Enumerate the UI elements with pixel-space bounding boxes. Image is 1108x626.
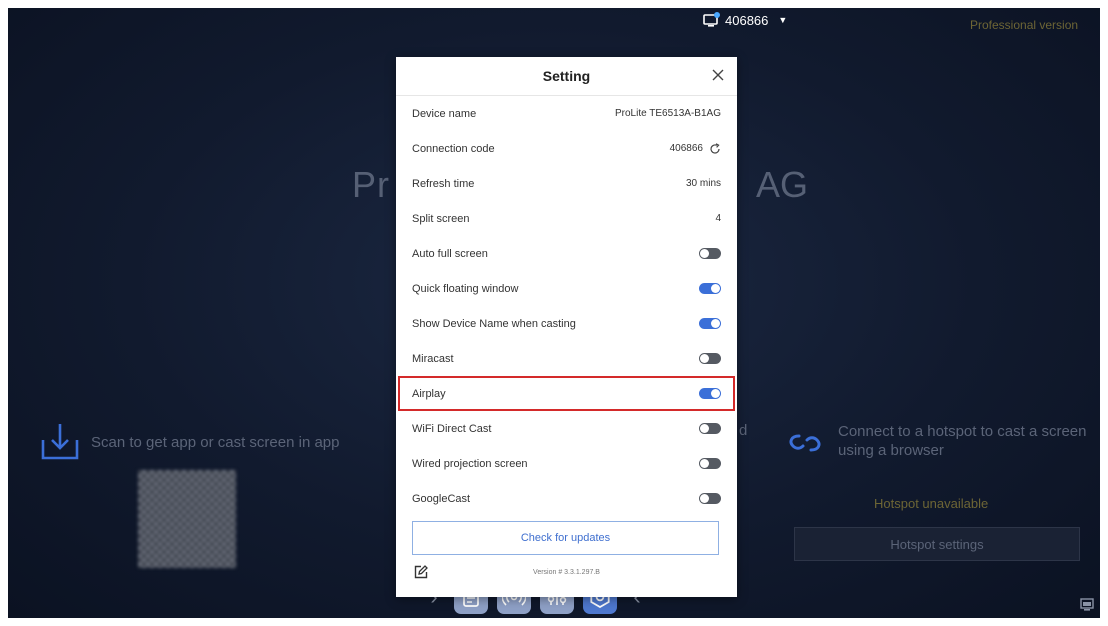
device-title-left: Pr <box>352 164 390 205</box>
cast-home-screen: 406866 ▼ Professional version Pr AG Scan… <box>8 8 1100 618</box>
device-name-row[interactable]: Device name ProLite TE6513A-B1AG <box>396 96 737 131</box>
airplay-row: Airplay <box>398 376 735 411</box>
toggle-label: Wired projection screen <box>412 457 528 470</box>
scan-app-text: Scan to get app or cast screen in app <box>91 434 340 451</box>
download-icon <box>41 424 79 460</box>
device-name-value: ProLite TE6513A-B1AG <box>615 108 721 119</box>
quick-floating-window-toggle[interactable] <box>699 283 721 294</box>
toggle-label: Auto full screen <box>412 247 488 260</box>
link-icon <box>789 434 821 452</box>
refresh-time-value: 30 mins <box>685 178 721 189</box>
toggle-label: GoogleCast <box>412 492 471 505</box>
hotspot-status: Hotspot unavailable <box>874 496 989 511</box>
toggle-knob <box>700 494 709 503</box>
device-name-label: Device name <box>412 107 477 120</box>
top-connection-code: 406866 <box>725 12 769 28</box>
toggle-knob <box>711 284 720 293</box>
toggle-label: WiFi Direct Cast <box>412 422 492 435</box>
obscured-text-fragment: d <box>739 422 748 439</box>
toggle-knob <box>700 249 709 258</box>
display-icon[interactable] <box>1080 598 1094 612</box>
auto-full-screen-row: Auto full screen <box>396 236 737 271</box>
cast-icon <box>703 12 720 27</box>
miracast-row: Miracast <box>396 341 737 376</box>
auto-full-screen-toggle[interactable] <box>699 248 721 259</box>
toggle-knob <box>700 424 709 433</box>
app-version: Version # 3.3.1.297.B <box>533 569 600 576</box>
connection-code-indicator[interactable]: 406866 ▼ <box>703 12 787 28</box>
check-for-updates-button[interactable]: Check for updates <box>412 521 719 555</box>
connection-code-value-group: 406866 <box>669 142 721 155</box>
connection-code-row: Connection code 406866 <box>396 131 737 166</box>
refresh-icon[interactable] <box>709 142 721 155</box>
toggle-knob <box>711 319 720 328</box>
split-screen-value: 4 <box>715 213 721 224</box>
googlecast-row: GoogleCast <box>396 481 737 516</box>
close-icon[interactable] <box>711 68 725 82</box>
hotspot-settings-button[interactable]: Hotspot settings <box>794 527 1080 561</box>
refresh-time-label: Refresh time <box>412 177 475 190</box>
quick-floating-window-row: Quick floating window <box>396 271 737 306</box>
connection-code-label: Connection code <box>412 142 495 155</box>
connection-code-value: 406866 <box>669 143 703 154</box>
settings-title: Setting <box>542 68 591 84</box>
toggle-knob <box>700 354 709 363</box>
wifi-direct-cast-row: WiFi Direct Cast <box>396 411 737 446</box>
wifi-direct-cast-toggle[interactable] <box>699 423 721 434</box>
refresh-time-row[interactable]: Refresh time 30 mins <box>396 166 737 201</box>
wired-projection-row: Wired projection screen <box>396 446 737 481</box>
split-screen-row[interactable]: Split screen 4 <box>396 201 737 236</box>
device-title-right: AG <box>756 164 809 205</box>
split-screen-label: Split screen <box>412 212 470 225</box>
settings-dialog: Setting Device name ProLite TE6513A-B1AG… <box>396 57 737 597</box>
edition-label: Professional version <box>970 18 1079 32</box>
wired-projection-toggle[interactable] <box>699 458 721 469</box>
toggle-label: Quick floating window <box>412 282 519 295</box>
hotspot-cast-text: Connect to a hotspot to cast a screen us… <box>838 423 1087 459</box>
miracast-toggle[interactable] <box>699 353 721 364</box>
toggle-knob <box>700 459 709 468</box>
qr-code <box>138 470 236 568</box>
settings-dialog-header: Setting <box>396 57 737 96</box>
toggle-label: Airplay <box>412 387 446 400</box>
googlecast-toggle[interactable] <box>699 493 721 504</box>
toggle-label: Miracast <box>412 352 454 365</box>
airplay-toggle[interactable] <box>699 388 721 399</box>
show-device-name-row: Show Device Name when casting <box>396 306 737 341</box>
toggle-label: Show Device Name when casting <box>412 317 576 330</box>
dropdown-caret-icon: ▼ <box>778 15 788 25</box>
show-device-name-toggle[interactable] <box>699 318 721 329</box>
toggle-knob <box>711 389 720 398</box>
